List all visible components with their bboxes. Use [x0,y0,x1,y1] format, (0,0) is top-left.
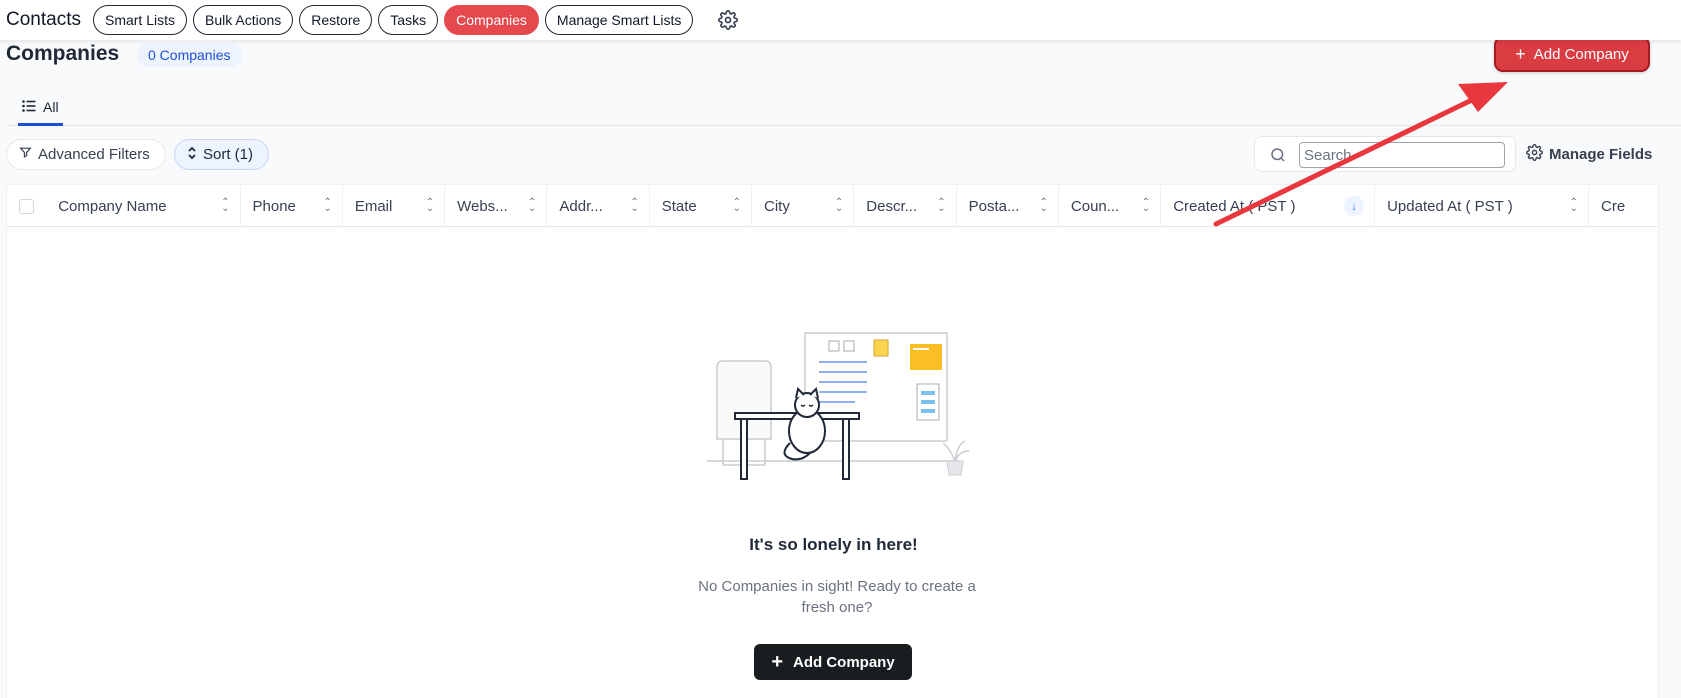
column-label: Posta... [968,197,1020,215]
view-tabs: All [6,90,1681,126]
app-title: Contacts [6,9,81,30]
column-label: City [764,197,790,215]
search-box [1254,136,1516,172]
column-header-description[interactable]: Descr... ⌃ ⌄ [854,185,957,227]
sort-toggle-icon[interactable]: ⌃ ⌄ [426,198,434,214]
column-header-updated-at[interactable]: Updated At ( PST ) ⌃ ⌄ [1375,185,1589,227]
column-label: Phone [252,197,296,215]
sort-toggle-icon[interactable]: ⌃ ⌄ [835,198,843,214]
empty-state-subtitle: No Companies in sight! Ready to create a… [698,578,976,616]
top-navigation: Contacts Smart Lists Bulk Actions Restor… [0,0,1681,40]
column-label: Updated At ( PST ) [1387,197,1513,215]
search-icon [1269,146,1287,169]
sort-toggle-icon[interactable]: ⌃ ⌄ [937,198,945,214]
sort-toggle-icon[interactable]: ⌃ ⌄ [528,198,536,214]
select-all-cell [7,185,46,227]
column-label: Company Name [58,197,167,215]
tab-all-label: All [43,98,59,115]
sort-toggle-icon[interactable]: ⌃ ⌄ [630,198,638,214]
column-label: Coun... [1070,197,1120,215]
select-all-checkbox[interactable] [18,198,34,214]
plus-icon: + [771,651,783,673]
nav-pill-companies[interactable]: Companies [444,5,539,35]
empty-state-title: It's so lonely in here! [749,535,918,554]
sort-toggle-icon[interactable]: ⌃ ⌄ [323,198,331,214]
advanced-filters-label: Advanced Filters [38,146,150,163]
filter-icon [19,146,32,163]
column-header-address[interactable]: Addr... ⌃ ⌄ [547,185,650,227]
sort-toggle-icon[interactable]: ⌃ ⌄ [221,198,229,214]
tab-all[interactable]: All [18,90,63,126]
empty-state-add-company-button[interactable]: + Add Company [754,644,912,680]
column-header-state[interactable]: State ⌃ ⌄ [650,185,752,227]
sort-label: Sort (1) [203,146,254,163]
arrow-down-icon[interactable]: ↓ [1344,196,1365,216]
column-label: Webs... [457,197,508,215]
column-header-website[interactable]: Webs... ⌃ ⌄ [445,185,548,227]
sort-toggle-icon[interactable]: ⌃ ⌄ [733,198,741,214]
nav-pill-tasks[interactable]: Tasks [378,5,439,35]
column-header-created-by[interactable]: Cre [1589,185,1658,227]
manage-fields-button[interactable]: Manage Fields [1526,144,1652,165]
sort-arrows-icon [187,146,197,164]
sort-toggle-icon[interactable]: ⌃ ⌄ [1142,198,1150,214]
column-label: Addr... [559,197,603,215]
empty-state-illustration [707,332,970,480]
advanced-filters-button[interactable]: Advanced Filters [6,139,166,170]
nav-pill-smart-lists[interactable]: Smart Lists [92,5,187,35]
column-label: Email [354,197,393,215]
sort-toggle-icon[interactable]: ⌃ ⌄ [1040,198,1048,214]
column-header-postal-code[interactable]: Posta... ⌃ ⌄ [957,185,1059,227]
column-label: State [661,197,697,215]
sort-toggle-icon[interactable]: ⌃ ⌄ [1570,198,1578,214]
add-company-label: Add Company [1533,45,1629,63]
column-header-created-at[interactable]: Created At ( PST ) ↓ [1161,185,1376,227]
column-label: Descr... [866,197,918,215]
column-label: Cre [1601,197,1626,215]
count-badge: 0 Companies [137,43,242,67]
nav-pill-manage-smart-lists[interactable]: Manage Smart Lists [544,5,694,35]
add-company-button[interactable]: + Add Company [1494,36,1650,72]
column-label: Created At ( PST ) [1173,197,1296,215]
companies-table: Company Name ⌃ ⌄ Phone ⌃ ⌄ Email ⌃ ⌄ Webs... ⌃ ⌄… [6,184,1659,698]
plus-icon: + [1515,44,1526,64]
nav-pill-bulk-actions[interactable]: Bulk Actions [193,5,294,35]
search-input[interactable] [1299,142,1505,168]
sort-button[interactable]: Sort (1) [174,139,269,170]
column-header-email[interactable]: Email ⌃ ⌄ [343,185,446,227]
gear-icon[interactable] [717,9,739,31]
column-header-city[interactable]: City ⌃ ⌄ [752,185,855,227]
column-header-country[interactable]: Coun... ⌃ ⌄ [1059,185,1162,227]
list-icon [22,99,36,115]
manage-fields-label: Manage Fields [1549,146,1653,163]
page-title: Companies [6,42,120,65]
empty-state-add-company-label: Add Company [793,653,895,671]
column-header-phone[interactable]: Phone ⌃ ⌄ [241,185,343,227]
nav-pill-restore[interactable]: Restore [299,5,373,35]
table-header: Company Name ⌃ ⌄ Phone ⌃ ⌄ Email ⌃ ⌄ Webs... ⌃ ⌄… [7,185,1658,227]
gear-icon [1526,144,1543,165]
column-header-company-name[interactable]: Company Name ⌃ ⌄ [46,185,241,227]
